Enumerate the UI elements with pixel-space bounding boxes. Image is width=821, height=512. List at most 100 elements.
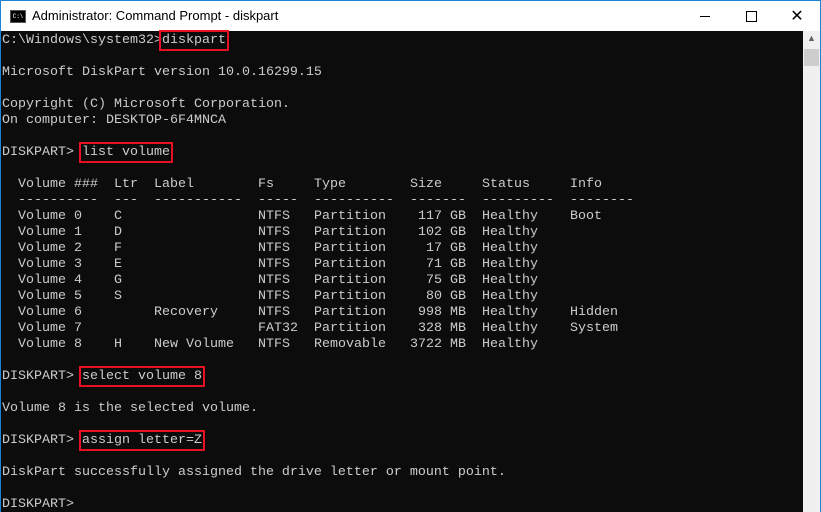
final-prompt: DISKPART> [2,497,82,512]
cell-status: Healthy [482,209,538,224]
table-row: Volume 2 F NTFS Partition 17 GB Healthy [2,241,802,257]
table-row: Volume 3 E NTFS Partition 71 GB Healthy [2,257,802,273]
console-line: DISKPART> assign letter=Z [2,430,205,451]
cell-volume: Volume 3 [18,257,82,272]
scroll-up-icon[interactable]: ▲ [803,33,820,47]
cell-fs: NTFS [258,305,290,320]
cell-size: Size [410,177,442,192]
table-row: Volume 7 FAT32 Partition 328 MB Healthy Syste… [2,321,802,337]
version-text: Microsoft DiskPart version 10.0.16299.15 [2,65,322,80]
cell-volume: Volume ### [18,177,98,192]
cell-fs: NTFS [258,273,290,288]
cell-volume: Volume 4 [18,273,82,288]
cell-volume: Volume 2 [18,241,82,256]
prompt: DISKPART> [2,369,82,384]
assign-result-text: DiskPart successfully assigned the drive… [2,465,506,480]
cell-status: Status [482,177,530,192]
command-assign-letter: assign letter=Z [78,430,205,451]
cell-volume: ---------- [18,193,98,208]
cell-type: Removable [314,337,386,352]
table-row: Volume 5 S NTFS Partition 80 GB Healthy [2,289,802,305]
console-output[interactable]: C:\Windows\system32>diskpart Microsoft D… [1,30,803,512]
scrollbar-thumb[interactable] [804,49,819,66]
cell-ltr: Ltr [114,177,138,192]
cell-status: Healthy [482,337,538,352]
cell-type: Partition [314,225,386,240]
cell-status: Healthy [482,225,538,240]
cell-status: Healthy [482,241,538,256]
cell-fs: NTFS [258,257,290,272]
cell-ltr: F [114,241,122,256]
cell-size: ------- [410,193,466,208]
cell-label: Label [154,177,194,192]
cell-info: Hidden [570,305,618,320]
cell-ltr: H [114,337,122,352]
command-diskpart: diskpart [158,30,229,51]
command-list-volume: list volume [78,142,173,163]
console-line: C:\Windows\system32>diskpart [2,30,229,51]
table-row: Volume 6 Recovery NTFS Partition 998 MB Healt… [2,305,802,321]
cell-type: Partition [314,241,386,256]
maximize-button[interactable] [728,1,774,31]
console-line: DISKPART> list volume [2,142,173,163]
table-separator: ---------- --- ----------- ----- ---------- -… [2,193,802,209]
command-select-volume: select volume 8 [78,366,205,387]
cell-status: Healthy [482,321,538,336]
minimize-button[interactable] [682,1,728,31]
cell-fs: NTFS [258,209,290,224]
close-button[interactable]: ✕ [774,1,820,31]
cell-size: 80 GB [426,289,466,304]
cell-volume: Volume 6 [18,305,82,320]
cell-info: Boot [570,209,602,224]
cell-fs: ----- [258,193,298,208]
cell-ltr: --- [114,193,138,208]
window-title: Administrator: Command Prompt - diskpart [32,8,279,23]
cell-size: 75 GB [426,273,466,288]
cell-fs: NTFS [258,289,290,304]
cell-volume: Volume 1 [18,225,82,240]
cell-info: Info [570,177,602,192]
cell-type: Partition [314,321,386,336]
prompt: C:\Windows\system32> [2,33,162,48]
cell-size: 71 GB [426,257,466,272]
cell-ltr: D [114,225,122,240]
cell-ltr: G [114,273,122,288]
cell-size: 328 MB [418,321,466,336]
cell-type: Partition [314,305,386,320]
cell-size: 3722 MB [410,337,466,352]
cell-info: -------- [570,193,634,208]
cell-type: Partition [314,257,386,272]
select-result-text: Volume 8 is the selected volume. [2,401,258,416]
cell-status: --------- [482,193,554,208]
cell-type: Partition [314,289,386,304]
cell-status: Healthy [482,289,538,304]
cell-fs: FAT32 [258,321,298,336]
copyright-text: Copyright (C) Microsoft Corporation. [2,97,290,112]
cell-label: ----------- [154,193,242,208]
cell-ltr: S [114,289,122,304]
cell-type: ---------- [314,193,394,208]
table-row: Volume 4 G NTFS Partition 75 GB Healthy [2,273,802,289]
cell-size: 17 GB [426,241,466,256]
cell-size: 998 MB [418,305,466,320]
command-prompt-window: C:\ Administrator: Command Prompt - disk… [0,0,821,512]
cell-type: Type [314,177,346,192]
computer-text: On computer: DESKTOP-6F4MNCA [2,113,226,128]
cell-volume: Volume 7 [18,321,82,336]
cell-status: Healthy [482,305,538,320]
title-bar[interactable]: C:\ Administrator: Command Prompt - disk… [1,1,820,31]
cell-label: Recovery [154,305,218,320]
cell-type: Partition [314,209,386,224]
cell-fs: NTFS [258,225,290,240]
cell-size: 117 GB [418,209,466,224]
table-header: Volume ### Ltr Label Fs Type Size Status Info [2,177,802,193]
cell-fs: NTFS [258,241,290,256]
prompt: DISKPART> [2,433,82,448]
vertical-scrollbar[interactable]: ▲ [803,31,820,512]
cell-type: Partition [314,273,386,288]
cell-ltr: C [114,209,122,224]
minimize-icon [700,15,710,17]
table-row: Volume 0 C NTFS Partition 117 GB Healthy Boot [2,209,802,225]
maximize-icon [745,10,757,22]
cell-volume: Volume 8 [18,337,82,352]
